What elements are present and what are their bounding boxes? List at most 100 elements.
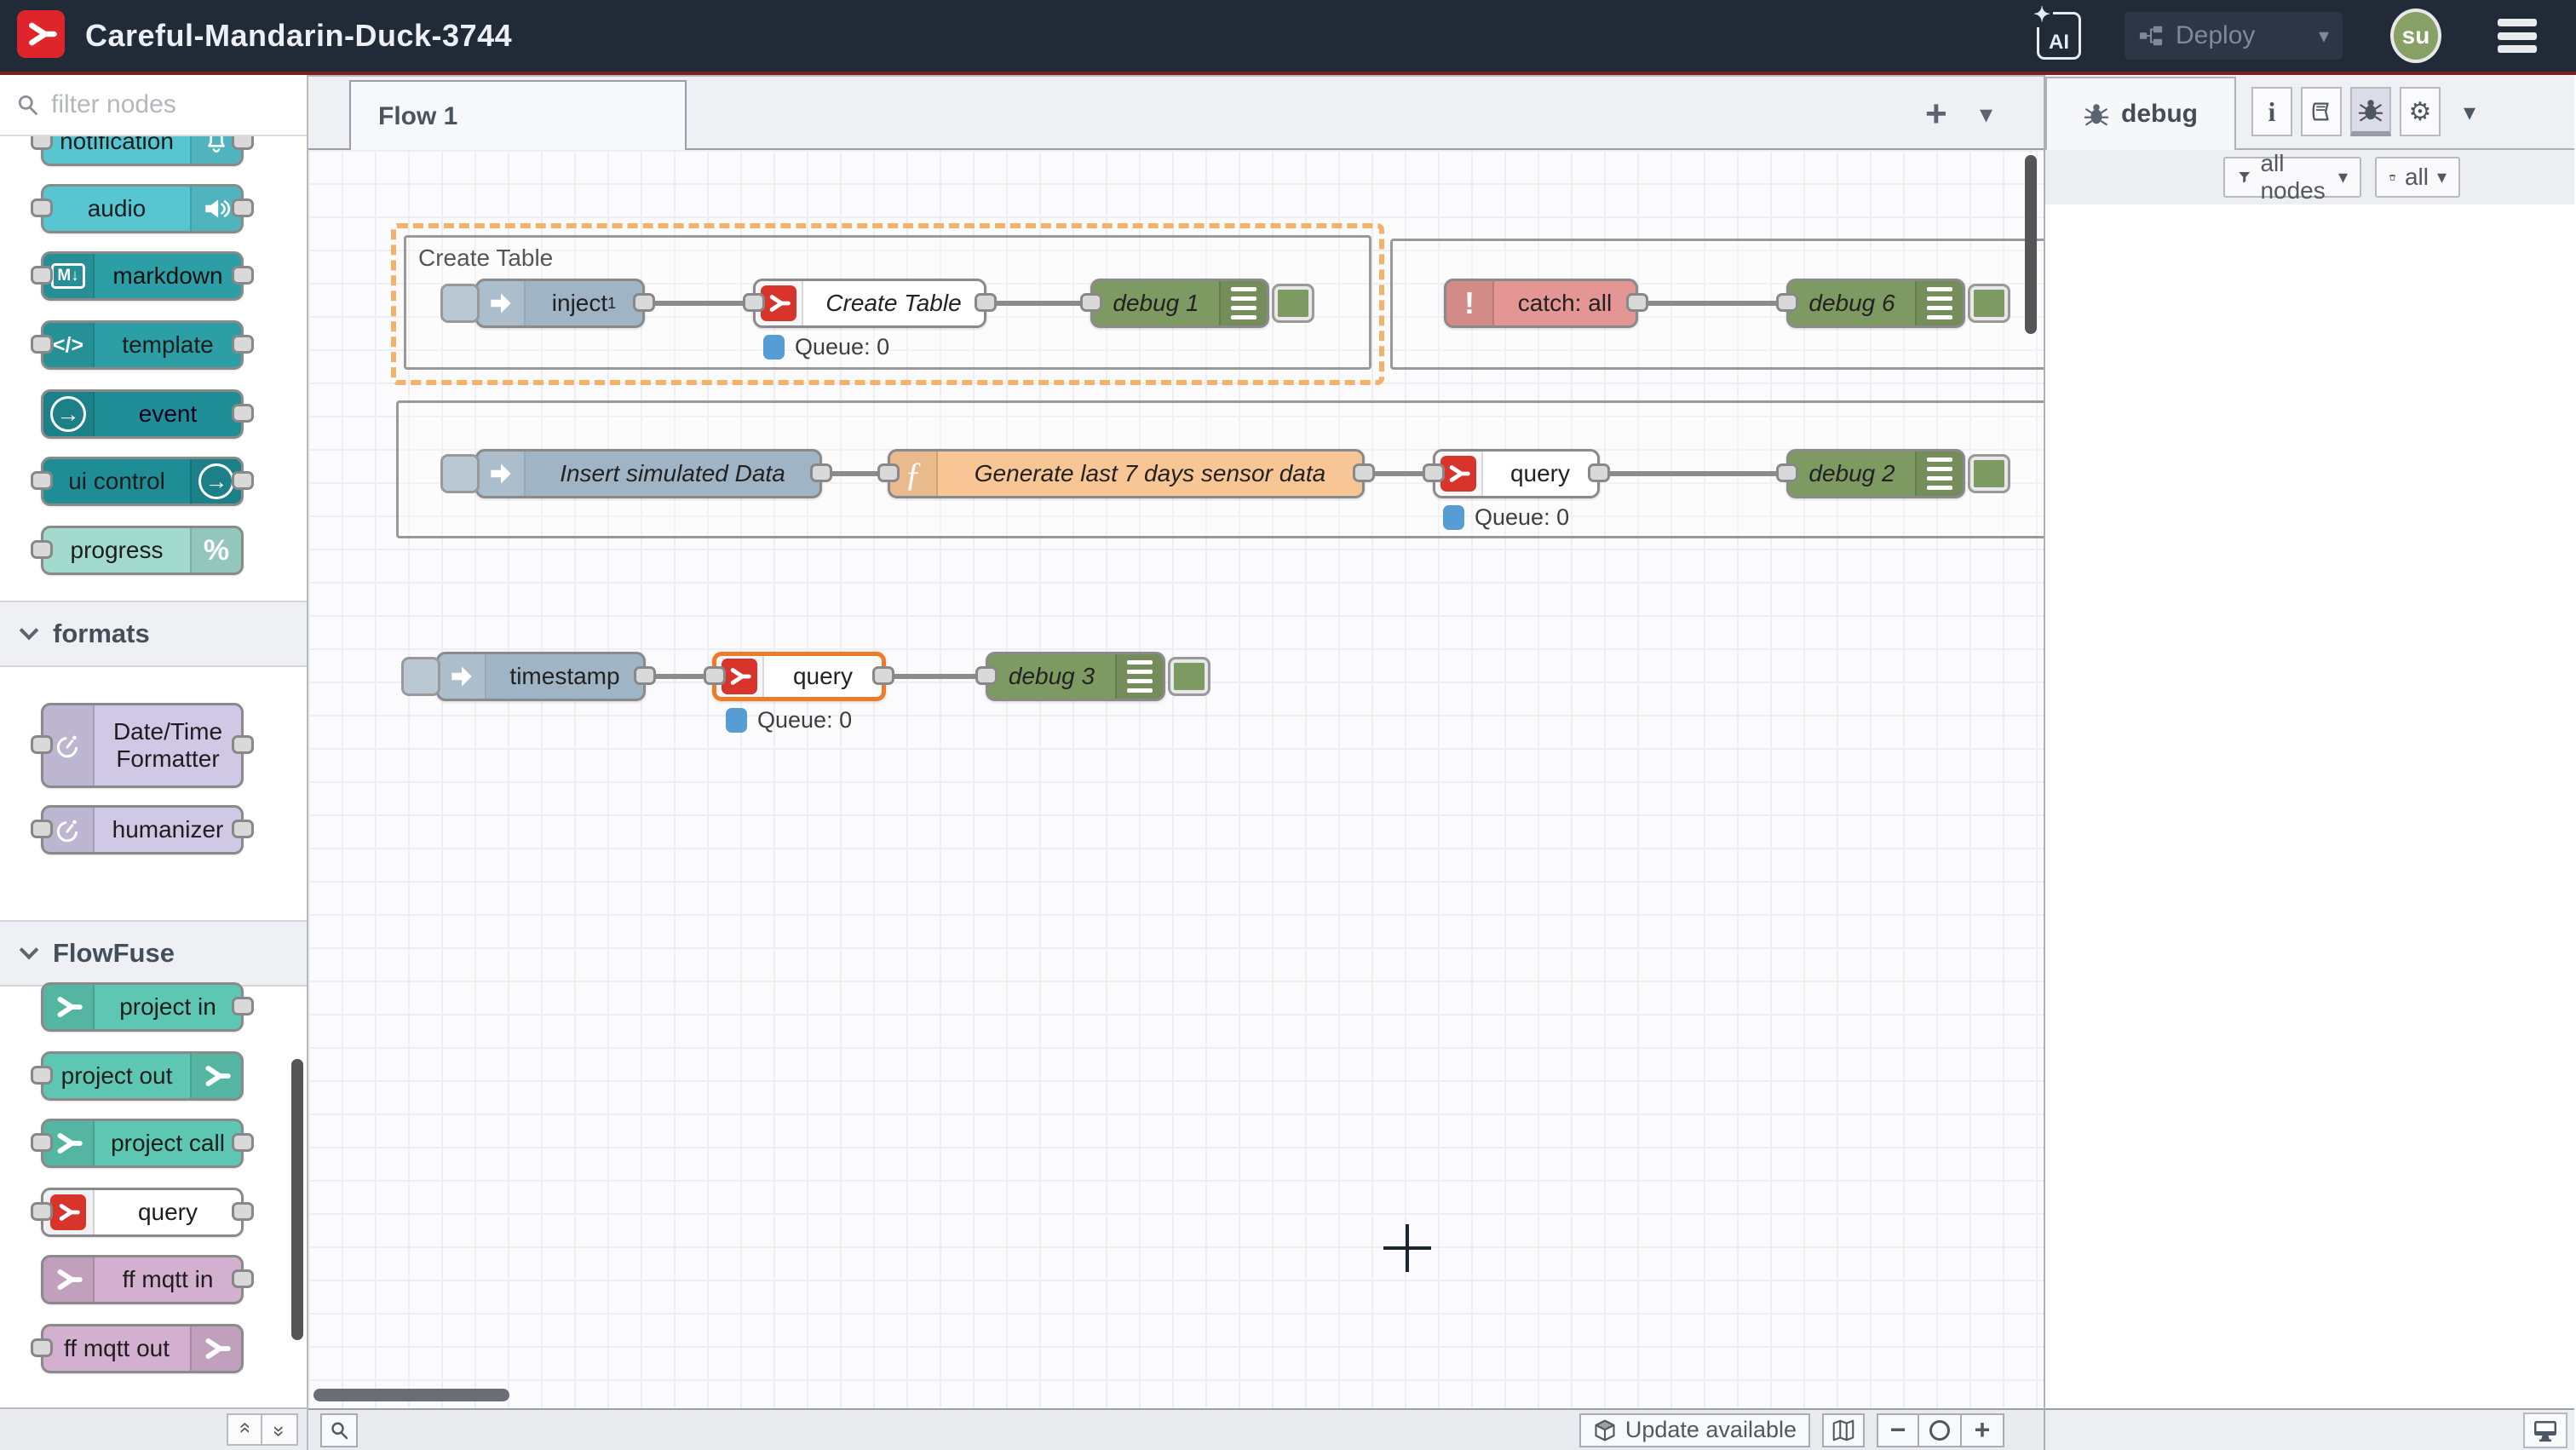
palette-list: notification audio M↓ markdown [0, 136, 307, 1407]
main-menu-button[interactable] [2498, 19, 2537, 53]
debug-toggle-button[interactable] [1168, 657, 1210, 696]
palette-node-datetime-formatter[interactable]: Date/TimeFormatter [41, 703, 244, 788]
node-debug-2[interactable]: debug 2 [1786, 449, 1965, 498]
debug-messages-panel [2045, 204, 2574, 1408]
deploy-caret-icon[interactable]: ▾ [2319, 24, 2329, 49]
open-in-window-button[interactable] [2523, 1413, 2567, 1448]
cube-icon [1593, 1418, 1617, 1442]
node-red-editor: Careful-Mandarin-Duck-3744 ✦AI Deploy ▾ … [0, 0, 2576, 1450]
node-status: Queue: 0 [763, 334, 889, 360]
ai-assistant-button[interactable]: ✦AI [2033, 0, 2085, 72]
node-insert-simulated-data[interactable]: Insert simulated Data [475, 449, 822, 498]
debug-list-icon [1915, 452, 1963, 496]
palette-node-ff-mqtt-out[interactable]: ff mqtt out [41, 1324, 244, 1373]
sidebar-tab-debug-icon[interactable] [2350, 87, 2391, 136]
inject-button[interactable] [440, 454, 480, 493]
status-dot [1443, 505, 1464, 530]
palette-node-markdown[interactable]: M↓ markdown [41, 251, 244, 301]
sidebar-tab-info[interactable]: i [2251, 87, 2292, 136]
zoom-in-button[interactable]: + [1962, 1413, 2004, 1447]
collapse-categories-button[interactable]: » [227, 1413, 262, 1446]
sidebar: debug i ⚙ ▾ all nodes ▾ all ▾ [2044, 75, 2574, 1450]
node-query-3-selected[interactable]: query [712, 652, 886, 701]
expand-categories-button[interactable]: » [262, 1413, 298, 1446]
node-debug-3[interactable]: debug 3 [986, 652, 1165, 701]
debug-controls: all nodes ▾ all ▾ [2045, 150, 2574, 204]
ai-icon: ✦AI [2037, 12, 2081, 60]
palette-scrollbar[interactable] [291, 1059, 303, 1340]
palette-category-flowfuse[interactable]: FlowFuse [0, 920, 307, 987]
zoom-out-button[interactable]: − [1877, 1413, 1919, 1447]
node-function-generate[interactable]: ƒ Generate last 7 days sensor data [888, 449, 1365, 498]
node-catch-all[interactable]: ! catch: all [1444, 279, 1638, 328]
wire[interactable] [1638, 301, 1786, 306]
search-icon [15, 93, 39, 117]
debug-list-icon [1219, 281, 1267, 325]
canvas-horizontal-scrollbar[interactable] [313, 1389, 509, 1401]
chevron-down-icon [20, 941, 39, 960]
debug-filter-button[interactable]: all nodes ▾ [2223, 157, 2361, 198]
exclamation-icon: ! [1446, 281, 1494, 325]
inject-arrow-icon [439, 654, 486, 699]
inject-arrow-icon [478, 281, 526, 325]
palette-node-template[interactable]: </> template [41, 320, 244, 370]
update-available-button[interactable]: Update available [1579, 1413, 1810, 1447]
node-query-2[interactable]: query [1433, 449, 1600, 498]
sidebar-tab-debug[interactable]: debug [2045, 77, 2236, 150]
debug-toggle-button[interactable] [1968, 284, 2010, 323]
filter-nodes-input[interactable] [49, 89, 254, 120]
bug-icon [2084, 101, 2109, 127]
palette-filter-bar [0, 75, 307, 136]
flow-tabbar: Flow 1 + ▾ [308, 75, 2044, 150]
sidebar-tab-config[interactable]: ⚙ [2400, 87, 2441, 136]
zoom-reset-button[interactable] [1919, 1413, 1962, 1447]
node-timestamp-inject[interactable]: timestamp [436, 652, 646, 701]
inject-button[interactable] [401, 657, 440, 696]
node-debug-6[interactable]: debug 6 [1786, 279, 1965, 328]
palette-node-project-call[interactable]: project call [41, 1119, 244, 1168]
palette-node-audio[interactable]: audio [41, 184, 244, 233]
deploy-button[interactable]: Deploy ▾ [2125, 12, 2343, 60]
canvas-search-button[interactable] [320, 1413, 358, 1447]
workspace: Flow 1 + ▾ Create Table [308, 75, 2044, 1450]
palette-node-event[interactable]: → event [41, 389, 244, 439]
wire[interactable] [886, 674, 986, 679]
flowfuse-icon [190, 1326, 241, 1371]
sidebar-tabbar: debug i ⚙ ▾ [2045, 75, 2574, 150]
sidebar-tab-help[interactable] [2301, 87, 2342, 136]
palette-node-ff-mqtt-in[interactable]: ff mqtt in [41, 1255, 244, 1304]
canvas-footer: Update available − + [308, 1408, 2044, 1450]
flowfuse-icon [43, 985, 95, 1029]
node-debug-1[interactable]: debug 1 [1090, 279, 1269, 328]
instance-title: Careful-Mandarin-Duck-3744 [85, 0, 512, 72]
wire[interactable] [645, 301, 753, 306]
canvas-vertical-scrollbar[interactable] [2025, 155, 2037, 334]
trash-icon [2389, 166, 2396, 188]
add-flow-button[interactable]: + [1925, 77, 1947, 152]
node-inject-1[interactable]: inject1 [475, 279, 645, 328]
palette-node-ui-control[interactable]: ui control → [41, 457, 244, 506]
node-palette: notification audio M↓ markdown [0, 75, 308, 1450]
debug-toggle-button[interactable] [1968, 454, 2010, 493]
flow-canvas[interactable]: Create Table inject1 [308, 150, 2044, 1408]
palette-node-project-out[interactable]: project out [41, 1051, 244, 1101]
palette-node-progress[interactable]: progress % [41, 526, 244, 575]
user-avatar[interactable]: su [2390, 9, 2441, 63]
inject-button[interactable] [440, 284, 480, 323]
minimap-button[interactable] [1822, 1413, 1865, 1447]
palette-node-notification[interactable]: notification [41, 136, 244, 166]
wire[interactable] [1600, 471, 1786, 476]
debug-toggle-button[interactable] [1272, 284, 1314, 323]
wire[interactable] [986, 301, 1090, 306]
debug-clear-button[interactable]: all ▾ [2375, 157, 2460, 198]
flow-list-caret-icon[interactable]: ▾ [1980, 77, 1992, 152]
sidebar-tabs-caret-icon[interactable]: ▾ [2452, 87, 2487, 136]
node-create-table-query[interactable]: Create Table [753, 279, 986, 328]
palette-node-query[interactable]: query [41, 1188, 244, 1237]
palette-node-project-in[interactable]: project in [41, 982, 244, 1032]
flow-tab[interactable]: Flow 1 [349, 80, 687, 152]
deploy-label: Deploy [2176, 21, 2255, 50]
palette-category-formats[interactable]: formats [0, 601, 307, 667]
percent-icon: % [190, 528, 241, 573]
palette-node-humanizer[interactable]: humanizer [41, 805, 244, 854]
